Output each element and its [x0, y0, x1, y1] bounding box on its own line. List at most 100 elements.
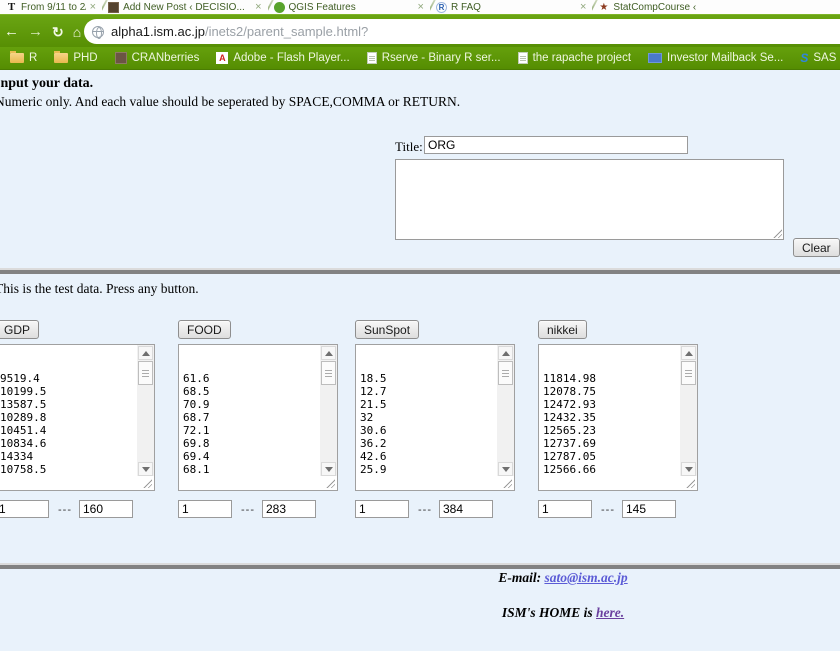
tab-title: QGIS Features: [289, 2, 356, 13]
scroll-up-icon[interactable]: [321, 346, 336, 360]
gdp-data-box[interactable]: 9519.4 10199.5 13587.5 10289.8 10451.4 1…: [0, 344, 155, 491]
email-link[interactable]: sato@ism.ac.jp: [544, 570, 627, 585]
bookmark-investor-mailback[interactable]: Investor Mailback Se...: [648, 52, 783, 64]
bookmark-rapache[interactable]: the rapache project: [518, 52, 631, 64]
food-range-end-input[interactable]: [262, 500, 316, 518]
food-data-box[interactable]: 61.6 68.5 70.9 68.7 72.1 69.8 69.4 68.1: [178, 344, 338, 491]
home-text: ISM's HOME is: [502, 605, 593, 620]
tab-nyt[interactable]: T From 9/11 to 2/11 - NYTi... ×: [0, 0, 102, 14]
bookmark-label: Adobe - Flash Player...: [233, 52, 349, 64]
nikkei-data-box[interactable]: 11814.98 12078.75 12472.93 12432.35 1256…: [538, 344, 698, 491]
tab-title: Add New Post ‹ DECISIO...: [123, 2, 245, 13]
tab-title: StatCompCourse ‹: [613, 2, 696, 13]
home-button[interactable]: ⌂: [73, 25, 81, 39]
r-favicon-icon: R: [436, 2, 447, 13]
nikkei-range-end-input[interactable]: [622, 500, 676, 518]
nyt-favicon-icon: T: [6, 2, 17, 13]
bookmark-cranberries[interactable]: CRANberries: [115, 52, 200, 64]
close-icon[interactable]: ×: [418, 2, 424, 12]
resize-grip[interactable]: [325, 478, 335, 488]
range-separator: ---: [58, 504, 72, 516]
email-label: E-mail:: [498, 570, 541, 585]
back-button[interactable]: ←: [4, 24, 19, 39]
sunspot-values: 18.5 12.7 21.5 32 30.6 36.2 42.6 25.9: [356, 345, 514, 476]
home-line: ISM's HOME is here.: [413, 605, 713, 621]
sunspot-range-end-input[interactable]: [439, 500, 493, 518]
range-separator: ---: [418, 504, 432, 516]
clear-button[interactable]: Clear: [793, 238, 840, 257]
resize-grip[interactable]: [142, 478, 152, 488]
sunspot-button[interactable]: SunSpot: [355, 320, 419, 339]
food-button[interactable]: FOOD: [178, 320, 231, 339]
tab-qgis[interactable]: QGIS Features ×: [268, 0, 430, 14]
browser-toolbar: ← → ↻ ⌂ alpha1.ism.ac.jp/inets2/parent_s…: [0, 14, 840, 47]
ism-home-link[interactable]: here.: [596, 605, 624, 620]
scroll-up-icon[interactable]: [681, 346, 696, 360]
bookmark-adobe-flash[interactable]: A Adobe - Flash Player...: [216, 52, 349, 64]
scrollbar-thumb[interactable]: [138, 361, 153, 385]
reload-button[interactable]: ↻: [52, 25, 64, 39]
url-path: /inets2/parent_sample.html?: [205, 24, 368, 39]
bookmark-label: the rapache project: [533, 52, 631, 64]
bookmark-phd[interactable]: PHD: [54, 52, 97, 64]
sas-favicon-icon: S: [800, 52, 808, 64]
tab-title: R FAQ: [451, 2, 481, 13]
folder-icon: [54, 53, 68, 63]
bookmark-label: Rserve - Binary R ser...: [382, 52, 501, 64]
tab-statcompcourse[interactable]: ★ StatCompCourse ‹: [592, 0, 840, 14]
food-values: 61.6 68.5 70.9 68.7 72.1 69.8 69.4 68.1: [179, 345, 337, 476]
blog-post-favicon-icon: [108, 2, 119, 13]
resize-grip[interactable]: [685, 478, 695, 488]
resize-grip[interactable]: [502, 478, 512, 488]
page-url: alpha1.ism.ac.jp/inets2/parent_sample.ht…: [111, 24, 368, 39]
close-icon[interactable]: ×: [580, 2, 586, 12]
scroll-down-icon[interactable]: [681, 462, 696, 476]
tab-title: From 9/11 to 2/11 - NYTi...: [21, 2, 86, 13]
scroll-up-icon[interactable]: [498, 346, 513, 360]
globe-icon: [92, 26, 104, 38]
scrollbar[interactable]: [680, 345, 697, 476]
page-footer: E-mail: sato@ism.ac.jp ISM's HOME is her…: [413, 570, 713, 621]
bookmark-sas[interactable]: SSAS Discussion Foru...: [800, 52, 840, 64]
sunspot-data-box[interactable]: 18.5 12.7 21.5 32 30.6 36.2 42.6 25.9: [355, 344, 515, 491]
range-separator: ---: [601, 504, 615, 516]
bookmark-rserve[interactable]: Rserve - Binary R ser...: [367, 52, 501, 64]
scroll-down-icon[interactable]: [321, 462, 336, 476]
scrollbar-thumb[interactable]: [321, 361, 336, 385]
gdp-range-end-input[interactable]: [79, 500, 133, 518]
bookmark-label: PHD: [73, 52, 97, 64]
address-bar[interactable]: alpha1.ism.ac.jp/inets2/parent_sample.ht…: [84, 19, 840, 44]
scroll-up-icon[interactable]: [138, 346, 153, 360]
gdp-range-start-input[interactable]: [0, 500, 49, 518]
scrollbar-thumb[interactable]: [681, 361, 696, 385]
page-icon: [518, 52, 528, 64]
bookmark-r[interactable]: R: [10, 52, 37, 64]
gdp-button[interactable]: GDP: [0, 320, 39, 339]
scroll-down-icon[interactable]: [138, 462, 153, 476]
folder-icon: [10, 53, 24, 63]
food-range-start-input[interactable]: [178, 500, 232, 518]
cms-favicon-icon: [648, 53, 662, 63]
statcomp-favicon-icon: ★: [598, 2, 609, 13]
email-line: E-mail: sato@ism.ac.jp: [413, 570, 713, 586]
gdp-values: 9519.4 10199.5 13587.5 10289.8 10451.4 1…: [0, 345, 154, 476]
scrollbar[interactable]: [497, 345, 514, 476]
close-icon[interactable]: ×: [255, 2, 261, 12]
tab-r-faq[interactable]: R R FAQ ×: [430, 0, 592, 14]
nikkei-button[interactable]: nikkei: [538, 320, 587, 339]
scrollbar-thumb[interactable]: [498, 361, 513, 385]
adobe-favicon-icon: A: [216, 52, 228, 64]
page-icon: [367, 52, 377, 64]
scrollbar[interactable]: [137, 345, 154, 476]
scroll-down-icon[interactable]: [498, 462, 513, 476]
tab-add-new-post[interactable]: Add New Post ‹ DECISIO... ×: [102, 0, 267, 14]
bookmark-label: CRANberries: [132, 52, 200, 64]
forward-button[interactable]: →: [28, 24, 43, 39]
scrollbar[interactable]: [320, 345, 337, 476]
tab-strip: T From 9/11 to 2/11 - NYTi... × Add New …: [0, 0, 840, 14]
web-page: Input your data. Numeric only. And each …: [0, 70, 840, 651]
nikkei-range-start-input[interactable]: [538, 500, 592, 518]
close-icon[interactable]: ×: [90, 2, 96, 12]
bookmark-label: Investor Mailback Se...: [667, 52, 783, 64]
sunspot-range-start-input[interactable]: [355, 500, 409, 518]
